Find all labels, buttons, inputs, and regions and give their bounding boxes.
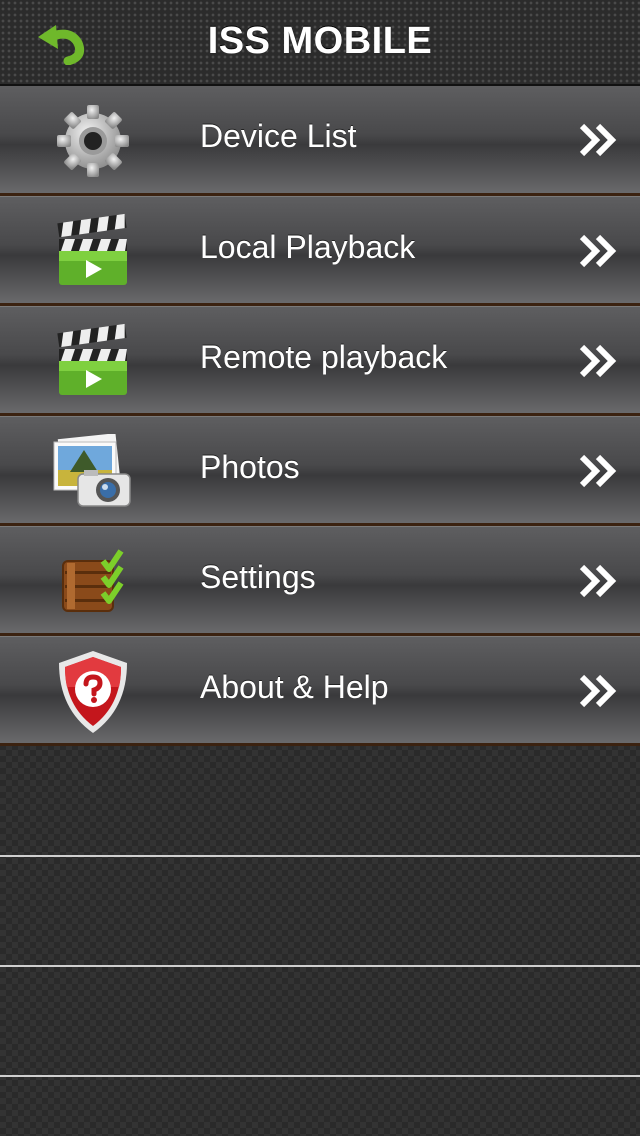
double-chevron-right-icon	[579, 344, 617, 378]
menu-item-label: Local Playback	[200, 229, 416, 265]
photos-camera-icon	[50, 434, 136, 510]
menu-item-label: Photos	[200, 449, 300, 485]
menu-item-label: Settings	[200, 559, 316, 595]
double-chevron-right-icon	[579, 674, 617, 708]
double-chevron-right-icon	[579, 564, 617, 598]
empty-row-divider	[0, 965, 640, 967]
checklist-icon	[50, 544, 136, 620]
menu-item-label: Device List	[200, 118, 357, 154]
double-chevron-right-icon	[579, 454, 617, 488]
menu-item-label: Remote playback	[200, 339, 448, 375]
clapperboard-icon	[50, 213, 136, 290]
page-title: ISS MOBILE	[207, 20, 433, 62]
empty-row-divider	[0, 855, 640, 857]
menu-item-settings[interactable]: Settings	[0, 526, 640, 636]
gear-icon	[50, 103, 136, 179]
menu-item-about-help[interactable]: About & Help	[0, 636, 640, 746]
empty-list-area	[0, 746, 640, 1136]
clapperboard-icon	[50, 323, 136, 400]
menu-item-remote-playback[interactable]: Remote playback	[0, 306, 640, 416]
empty-row-divider	[0, 1075, 640, 1077]
menu-item-device-list[interactable]: Device List	[0, 86, 640, 196]
help-shield-icon	[50, 651, 136, 733]
menu-item-photos[interactable]: Photos	[0, 416, 640, 526]
menu-item-local-playback[interactable]: Local Playback	[0, 196, 640, 306]
menu-item-label: About & Help	[200, 669, 389, 705]
double-chevron-right-icon	[579, 234, 617, 268]
header-bar: ISS MOBILE	[0, 0, 640, 86]
main-menu: Device List Local Playback Remote playba…	[0, 86, 640, 746]
double-chevron-right-icon	[579, 123, 617, 157]
